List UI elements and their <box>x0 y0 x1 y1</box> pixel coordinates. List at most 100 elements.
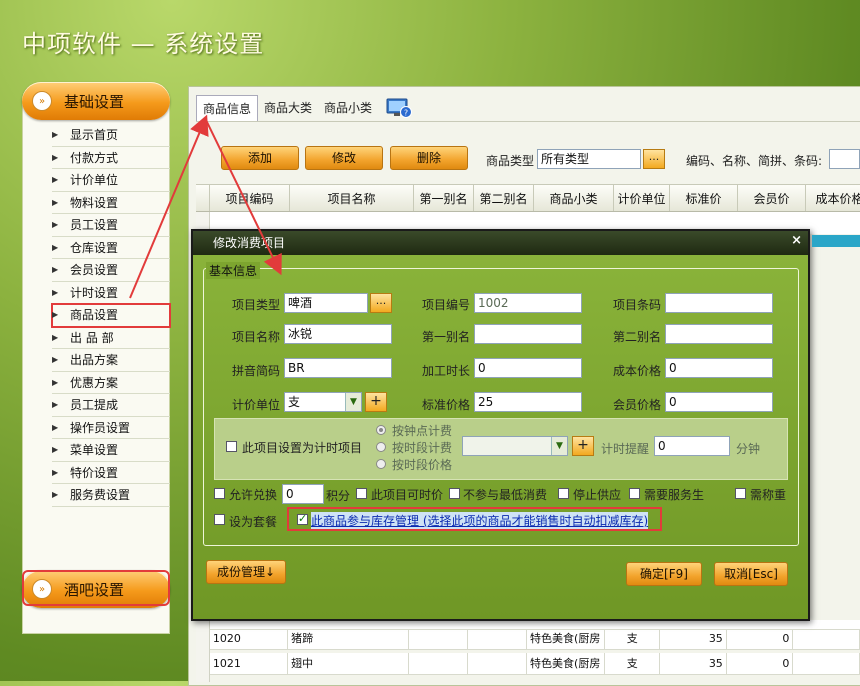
column-header[interactable]: 成本价格 <box>806 185 860 211</box>
alias2-input[interactable] <box>665 324 773 344</box>
table-row[interactable]: 1021 翅中 特色美食(厨房支 35 0 <box>196 653 860 675</box>
radio-by-period-price[interactable] <box>376 459 386 469</box>
alias2-label: 第二别名 <box>613 330 662 344</box>
sidebar-section-basic[interactable]: » 基础设置 <box>22 82 170 120</box>
column-header[interactable]: 标准价 <box>670 185 738 211</box>
cancel-button[interactable]: 取消[Esc] <box>714 562 788 586</box>
table-cell-code: 1021 <box>210 653 289 674</box>
type-filter-input[interactable]: 所有类型 <box>537 149 641 169</box>
no-min-spend-checkbox[interactable] <box>449 488 460 499</box>
sidebar-item-label: 出 品 部 <box>70 330 114 345</box>
sidebar-item[interactable]: ▶ 计时设置 <box>52 282 170 304</box>
points-input[interactable]: 0 <box>282 484 324 504</box>
item-type-picker-button[interactable]: ... <box>370 293 392 313</box>
need-weigh-checkbox[interactable] <box>735 488 746 499</box>
cost-price-input[interactable]: 0 <box>665 358 773 378</box>
item-code-label: 项目编号 <box>422 298 471 312</box>
column-header[interactable]: 项目名称 <box>290 185 414 211</box>
delete-button[interactable]: 删除 <box>390 146 468 170</box>
time-price-checkbox[interactable] <box>356 488 367 499</box>
sidebar-item[interactable]: ▶ 仓库设置 <box>52 237 170 259</box>
need-service-label: 需要服务生 <box>644 488 705 502</box>
unit-select[interactable]: 支 ▼ <box>284 392 362 412</box>
processing-time-input[interactable]: 0 <box>474 358 582 378</box>
sidebar-item[interactable]: ▶ 特价设置 <box>52 462 170 484</box>
tab-goods-category[interactable]: 商品大类 <box>258 95 318 121</box>
sidebar-item[interactable]: ▶ 菜单设置 <box>52 439 170 462</box>
tab-goods-info[interactable]: 商品信息 <box>196 95 259 121</box>
item-code-input[interactable]: 1002 <box>474 293 582 313</box>
item-barcode-input[interactable] <box>665 293 773 313</box>
edit-button[interactable]: 修改 <box>305 146 383 170</box>
chevron-right-icon: ▶ <box>52 377 59 387</box>
pinyin-code-input[interactable]: BR <box>284 358 392 378</box>
svg-text:?: ? <box>404 109 408 118</box>
chevron-down-icon[interactable]: ▼ <box>551 437 567 455</box>
set-meal-checkbox[interactable] <box>214 514 225 525</box>
column-header[interactable]: 第一别名 <box>414 185 474 211</box>
item-type-input[interactable]: 啤酒 <box>284 293 368 313</box>
table-row[interactable]: 1020 猪蹄 特色美食(厨房支 35 0 <box>196 628 860 650</box>
sidebar-list: ▶ 显示首页 ▶ 付款方式 ▶ 计价单位 ▶ 物料设置 ▶ 员工设置 ▶ 仓库设置 ▶ 会员设置 ▶ 计时设置… <box>51 124 171 507</box>
column-header[interactable]: 计价单位 <box>614 185 670 211</box>
highlight-box-bar <box>22 570 170 606</box>
column-header[interactable]: 会员价 <box>738 185 806 211</box>
sidebar-item[interactable]: ▶ 服务费设置 <box>52 484 170 507</box>
add-period-button[interactable]: + <box>572 436 594 456</box>
table-cell-member: 0 <box>727 628 794 649</box>
period-select[interactable]: ▼ <box>462 436 568 456</box>
sidebar-item[interactable]: ▶ 优惠方案 <box>52 372 170 394</box>
sidebar-item-label: 优惠方案 <box>70 375 119 390</box>
sidebar-item-label: 员工设置 <box>70 218 119 232</box>
sidebar-item-label: 操作员设置 <box>70 420 131 435</box>
tab-goods-subcategory[interactable]: 商品小类 <box>318 95 378 121</box>
member-price-input[interactable]: 0 <box>665 392 773 412</box>
chevron-right-icon: ▶ <box>52 220 59 229</box>
timing-remind-input[interactable]: 0 <box>654 436 730 456</box>
sidebar-item[interactable]: ▶ 出 品 部 <box>52 327 170 349</box>
column-header[interactable]: 第二别名 <box>474 185 534 211</box>
type-filter-picker-button[interactable]: ... <box>643 149 665 169</box>
allow-exchange-checkbox[interactable] <box>214 488 225 499</box>
close-icon[interactable]: × <box>791 233 802 248</box>
sidebar-item[interactable]: ▶ 出品方案 <box>52 349 170 372</box>
radio-by-clock-label: 按钟点计费 <box>392 424 453 438</box>
sidebar-item-label: 商品设置 <box>70 308 119 322</box>
radio-by-period-label: 按时段计费 <box>392 441 453 455</box>
stop-supply-label: 停止供应 <box>573 488 622 502</box>
sidebar-item[interactable]: ▶ 商品设置 <box>51 303 171 328</box>
ok-button[interactable]: 确定[F9] <box>626 562 702 586</box>
chevron-right-icon: ▶ <box>52 400 59 409</box>
component-management-button[interactable]: 成份管理↓ <box>206 560 286 584</box>
add-button[interactable]: 添加 <box>221 146 299 170</box>
item-barcode-label: 项目条码 <box>613 298 662 312</box>
sidebar-item[interactable]: ▶ 操作员设置 <box>52 417 170 439</box>
radio-by-clock[interactable] <box>376 425 386 435</box>
processing-time-label: 加工时长 <box>422 364 471 378</box>
sidebar-item[interactable]: ▶ 显示首页 <box>52 124 170 147</box>
sidebar-item-label: 计时设置 <box>70 285 119 300</box>
column-header[interactable]: 项目编码 <box>210 185 290 211</box>
inventory-checkbox[interactable] <box>297 512 308 525</box>
chevron-down-icon[interactable]: ▼ <box>345 393 361 411</box>
monitor-help-icon[interactable]: ? <box>386 97 413 119</box>
sidebar-item[interactable]: ▶ 物料设置 <box>52 192 170 214</box>
radio-by-period[interactable] <box>376 442 386 452</box>
sidebar-item[interactable]: ▶ 员工设置 <box>52 214 170 237</box>
stop-supply-checkbox[interactable] <box>558 488 569 499</box>
search-input[interactable] <box>829 149 860 169</box>
sidebar-item[interactable]: ▶ 付款方式 <box>52 147 170 169</box>
item-name-input[interactable]: 冰锐 <box>284 324 392 344</box>
sidebar-item[interactable]: ▶ 会员设置 <box>52 259 170 282</box>
standard-price-input[interactable]: 25 <box>474 392 582 412</box>
need-service-checkbox[interactable] <box>629 488 640 499</box>
alias1-input[interactable] <box>474 324 582 344</box>
timing-item-checkbox[interactable] <box>226 441 237 452</box>
add-unit-button[interactable]: + <box>365 392 387 412</box>
column-header[interactable]: 商品小类 <box>534 185 614 211</box>
cost-price-label: 成本价格 <box>613 364 662 378</box>
sidebar-item[interactable]: ▶ 计价单位 <box>52 169 170 192</box>
table-cell-alias1 <box>409 653 469 674</box>
sidebar-item[interactable]: ▶ 员工提成 <box>52 394 170 417</box>
chevron-right-icon: ▶ <box>52 175 59 184</box>
